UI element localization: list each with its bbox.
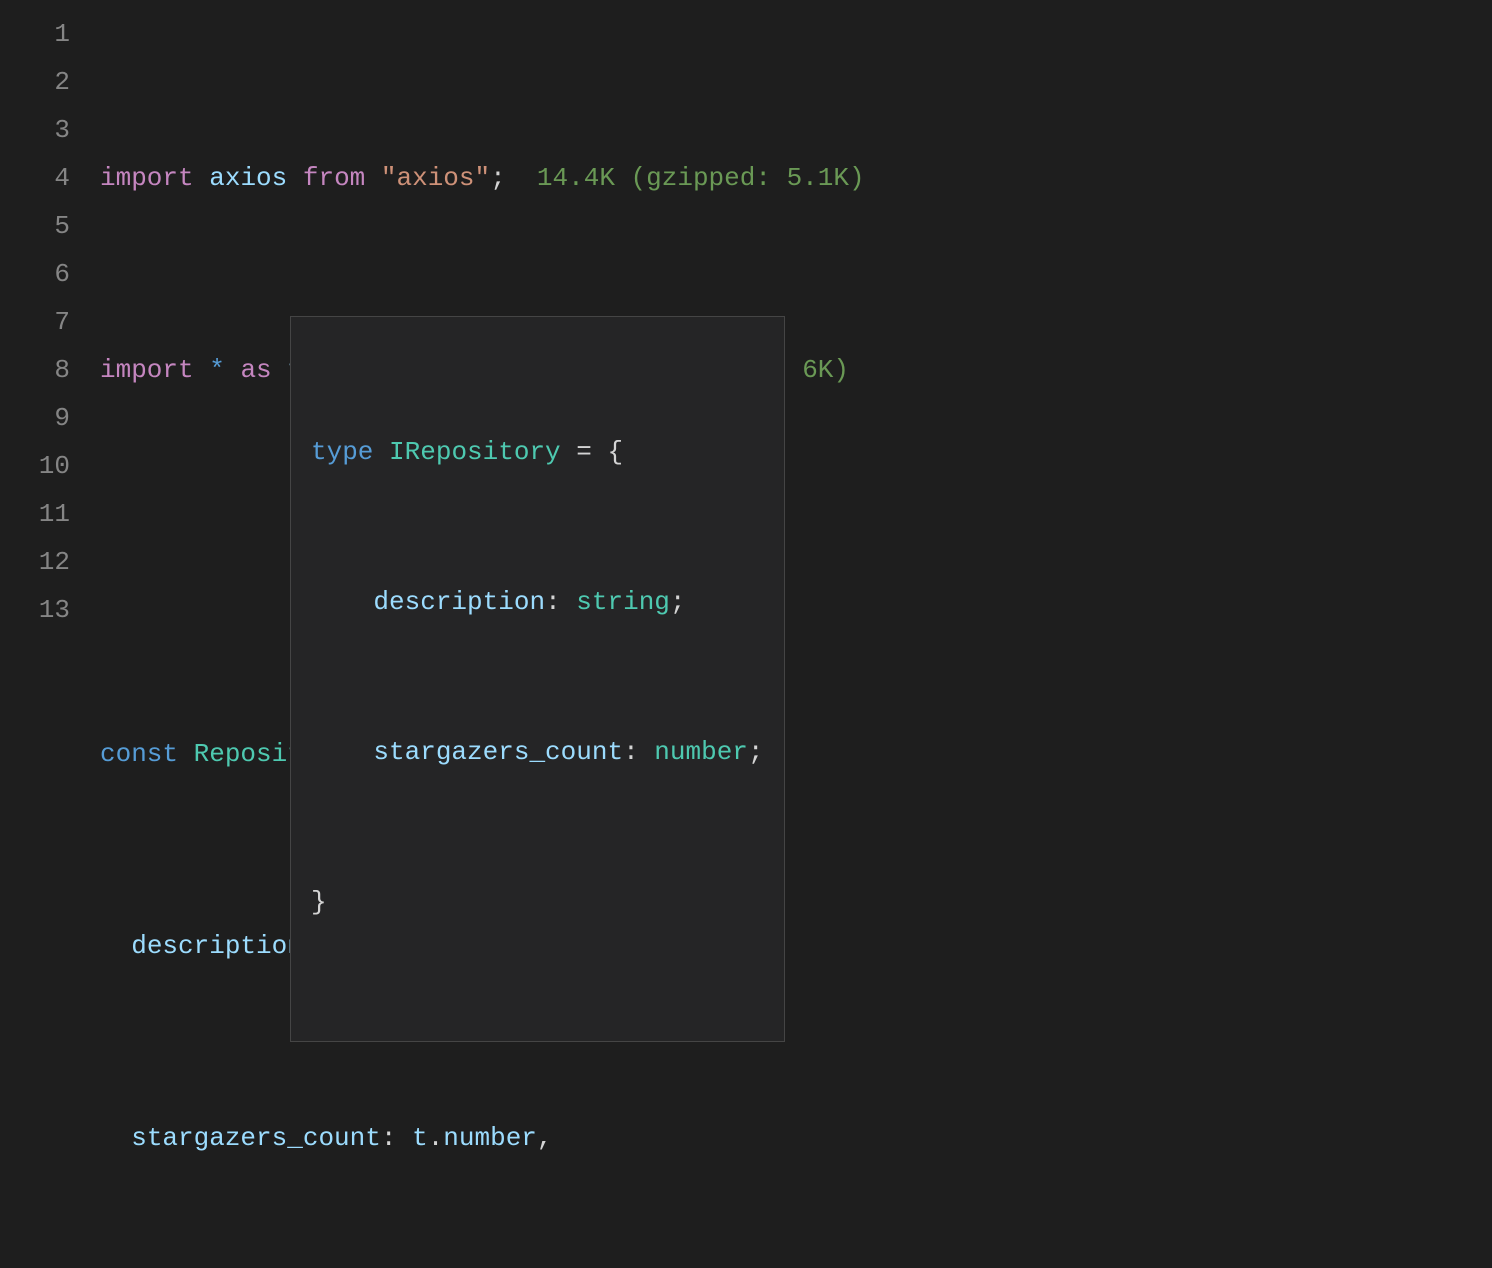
tooltip-line: type IRepository = { <box>311 427 764 477</box>
colon: : <box>545 587 576 617</box>
semicolon: ; <box>490 163 506 193</box>
star-token: * <box>209 355 225 385</box>
keyword-import: import <box>100 163 194 193</box>
keyword-from: from <box>303 163 365 193</box>
semicolon: ; <box>748 737 764 767</box>
equals-brace: = { <box>561 437 623 467</box>
type-name: IRepository <box>389 437 561 467</box>
code-line[interactable]: stargazers_count: t.number, <box>100 1114 1492 1162</box>
colon: : <box>623 737 654 767</box>
identifier: axios <box>209 163 287 193</box>
property-name: description <box>373 587 545 617</box>
code-area[interactable]: import axios from "axios"; 14.4K (gzippe… <box>100 0 1492 634</box>
keyword-type: type <box>311 437 373 467</box>
line-number-gutter: 1 2 3 4 5 6 7 8 9 10 11 12 13 <box>0 0 100 634</box>
indent <box>311 587 373 617</box>
tooltip-line: } <box>311 877 764 927</box>
line-number: 9 <box>0 394 70 442</box>
property-name: stargazers_count <box>131 1123 381 1153</box>
keyword-import: import <box>100 355 194 385</box>
tooltip-line: stargazers_count: number; <box>311 727 764 777</box>
line-number: 6 <box>0 250 70 298</box>
keyword-as: as <box>240 355 271 385</box>
line-number: 1 <box>0 10 70 58</box>
property-name: stargazers_count <box>373 737 623 767</box>
line-number: 4 <box>0 154 70 202</box>
hover-tooltip: type IRepository = { description: string… <box>290 316 785 1042</box>
indent <box>100 1123 131 1153</box>
line-number: 13 <box>0 586 70 634</box>
property-name: description <box>131 931 303 961</box>
line-number: 5 <box>0 202 70 250</box>
string-literal: "axios" <box>381 163 490 193</box>
line-number: 11 <box>0 490 70 538</box>
line-number: 12 <box>0 538 70 586</box>
indent <box>311 737 373 767</box>
identifier: t <box>412 1123 428 1153</box>
line-number: 3 <box>0 106 70 154</box>
member: number <box>443 1123 537 1153</box>
code-editor[interactable]: 1 2 3 4 5 6 7 8 9 10 11 12 13 import axi… <box>0 0 1492 634</box>
dot: . <box>428 1123 444 1153</box>
size-hint: 14.4K (gzipped: 5.1K) <box>506 163 865 193</box>
type-name: number <box>654 737 748 767</box>
keyword-const: const <box>100 739 178 769</box>
type-name: string <box>576 587 670 617</box>
line-number: 10 <box>0 442 70 490</box>
comma: , <box>537 1123 553 1153</box>
code-line[interactable]: import axios from "axios"; 14.4K (gzippe… <box>100 154 1492 202</box>
tooltip-line: description: string; <box>311 577 764 627</box>
line-number: 7 <box>0 298 70 346</box>
indent <box>100 931 131 961</box>
colon: : <box>381 1123 412 1153</box>
semicolon: ; <box>670 587 686 617</box>
line-number: 2 <box>0 58 70 106</box>
line-number: 8 <box>0 346 70 394</box>
close-brace: } <box>311 887 327 917</box>
